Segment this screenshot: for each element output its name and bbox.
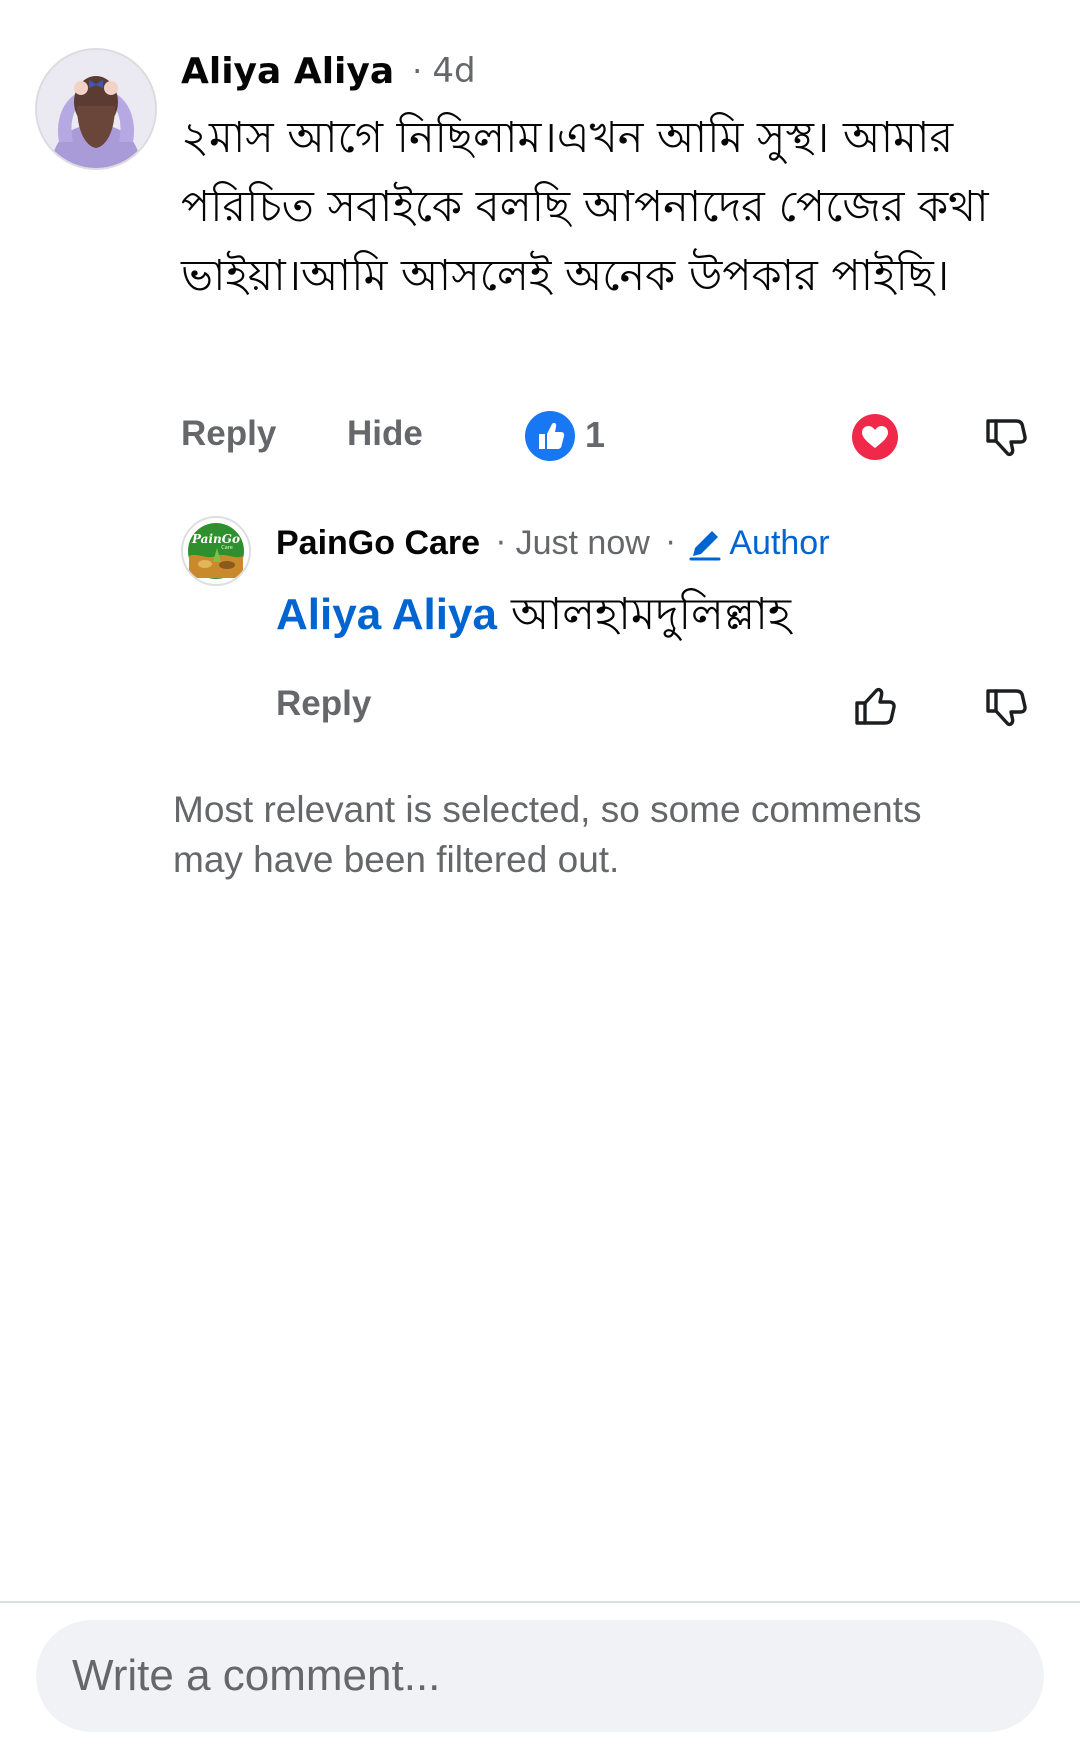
author-badge: Author: [685, 523, 830, 563]
user-avatar-photo: [37, 50, 155, 168]
logo-subtext: Care: [221, 545, 233, 551]
thumbs-down-icon[interactable]: [980, 681, 1032, 733]
comment-author-name[interactable]: Aliya Aliya: [181, 51, 394, 92]
pencil-icon: [689, 531, 721, 561]
comment-header: Aliya Aliya · 4d: [181, 46, 476, 96]
paingo-logo-icon: PainGo Care: [183, 518, 249, 584]
reply-text: Aliya Aliya আলহামদুলিল্লাহ: [276, 585, 1056, 645]
commenter-avatar[interactable]: [35, 48, 157, 170]
heart-icon[interactable]: [852, 414, 898, 460]
reply-author-name[interactable]: PainGo Care: [276, 524, 480, 563]
thumbs-down-icon[interactable]: [980, 411, 1032, 463]
comment-timestamp[interactable]: 4d: [432, 51, 475, 91]
separator-dot: ·: [496, 525, 506, 561]
reply-button[interactable]: Reply: [181, 414, 276, 454]
comment-text: ২মাস আগে নিছিলাম।এখন আমি সুস্থ। আমার পরি…: [181, 113, 989, 301]
reaction-count[interactable]: 1: [585, 414, 605, 456]
comment-input-placeholder[interactable]: Write a comment...: [72, 1620, 440, 1732]
reply-timestamp[interactable]: Just now: [516, 524, 650, 563]
logo-text: PainGo: [191, 532, 240, 546]
composer-divider: [0, 1601, 1080, 1603]
mention-link[interactable]: Aliya Aliya: [276, 590, 497, 639]
author-badge-label: Author: [729, 523, 830, 562]
comment-composer[interactable]: Write a comment...: [36, 1620, 1044, 1732]
reply-header: PainGo Care · Just now · Author: [276, 518, 830, 568]
separator-dot: ·: [665, 525, 676, 561]
reply-to-reply-button[interactable]: Reply: [276, 684, 371, 724]
reply-message: আলহামদুলিল্লাহ: [510, 589, 792, 640]
page-avatar[interactable]: PainGo Care: [181, 516, 251, 586]
thumbs-up-icon[interactable]: [849, 681, 901, 733]
filter-notice: Most relevant is selected, so some comme…: [173, 789, 922, 880]
hide-button[interactable]: Hide: [347, 414, 423, 454]
separator-dot: ·: [412, 52, 423, 90]
like-reaction-icon[interactable]: [525, 411, 575, 461]
